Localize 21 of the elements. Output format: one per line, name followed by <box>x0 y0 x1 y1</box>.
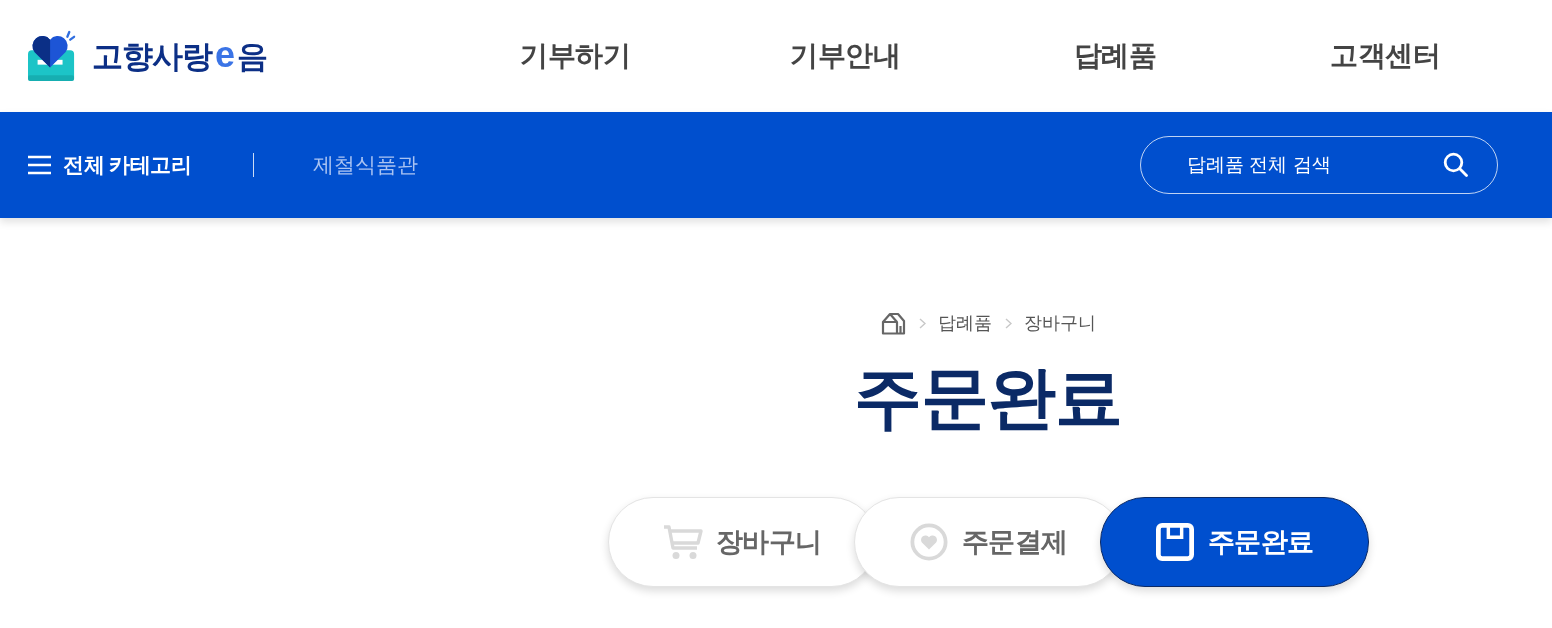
logo-icon[interactable] <box>28 30 76 82</box>
menu-icon <box>28 155 51 175</box>
chevron-icon <box>1004 317 1012 329</box>
category-link[interactable]: 제철식품관 <box>313 151 419 179</box>
search-icon[interactable] <box>1443 152 1468 177</box>
breadcrumb-link[interactable]: 답례품 <box>937 311 992 335</box>
cart-icon <box>662 523 703 561</box>
breadcrumb-link[interactable]: 장바구니 <box>1023 311 1096 335</box>
nav-link[interactable]: 고객센터 <box>1250 37 1520 75</box>
page-title: 주문완료 <box>854 358 1122 437</box>
category-menu-button[interactable]: 전체 카테고리 <box>28 151 192 179</box>
logo-wordmark[interactable]: 고향사랑e음 <box>92 34 268 78</box>
nav-link[interactable]: 기부안내 <box>710 37 980 75</box>
search-field[interactable]: 답례품 전체 검색 <box>1140 136 1498 194</box>
floppy-icon <box>1154 523 1195 561</box>
heart-circle-icon <box>908 523 949 561</box>
nav-link[interactable]: 답례품 <box>980 37 1250 75</box>
nav-link[interactable]: 기부하기 <box>440 37 710 75</box>
home-icon[interactable] <box>880 311 906 335</box>
order-step: 주문완료 <box>1099 497 1369 587</box>
chevron-icon <box>918 317 926 329</box>
